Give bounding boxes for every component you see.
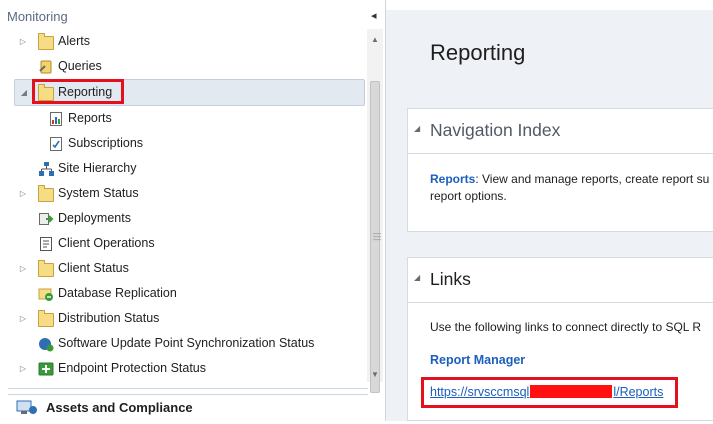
workspace-label: Assets and Compliance: [46, 400, 193, 415]
navigation-pane: Monitoring ◂ ▷ Alerts Queries ◢ Reportin…: [0, 0, 386, 421]
scrollbar-thumb[interactable]: — — —: [370, 81, 381, 393]
navigation-index-section: ◢ Navigation Index Reports: View and man…: [407, 108, 713, 232]
tree-item-subscriptions[interactable]: Subscriptions: [0, 131, 367, 156]
tree-item-label: Subscriptions: [68, 136, 144, 150]
tree-item-software-update-sync-status[interactable]: Software Update Point Synchronization St…: [0, 331, 367, 356]
reports-description: Reports: View and manage reports, create…: [430, 171, 713, 205]
tree-item-database-replication[interactable]: Database Replication: [0, 281, 367, 306]
grip-icon: — — —: [373, 229, 381, 244]
redaction-block: [530, 385, 613, 398]
pane-header: Monitoring: [7, 9, 68, 24]
tree-item-alerts[interactable]: ▷ Alerts: [0, 29, 367, 54]
deployments-icon: [38, 211, 54, 225]
tree-item-system-status[interactable]: ▷ System Status: [0, 181, 367, 206]
navigation-tree: ▷ Alerts Queries ◢ Reporting Reports Sub…: [0, 29, 367, 381]
software-update-icon: [38, 336, 54, 352]
report-icon: [48, 111, 64, 126]
folder-green-icon: [38, 361, 54, 376]
subscription-icon: [48, 136, 64, 151]
tree-item-label: System Status: [58, 186, 139, 200]
hierarchy-icon: [38, 161, 54, 176]
folder-icon: [38, 33, 54, 50]
tree-item-queries[interactable]: Queries: [0, 54, 367, 79]
links-description: Use the following links to connect direc…: [430, 320, 702, 334]
folder-icon: [38, 185, 54, 202]
tree-item-label: Client Status: [58, 261, 129, 275]
collapse-pane-button[interactable]: ◂: [371, 9, 377, 22]
expand-arrow-icon[interactable]: ▷: [18, 306, 28, 331]
folder-icon: [38, 310, 54, 327]
pane-splitter[interactable]: [8, 388, 368, 395]
tree-item-label: Client Operations: [58, 236, 155, 250]
tree-item-distribution-status[interactable]: ▷ Distribution Status: [0, 306, 367, 331]
scroll-down-icon[interactable]: ▼: [367, 368, 383, 382]
page-title: Reporting: [430, 40, 526, 65]
tree-item-label: Deployments: [58, 211, 131, 225]
expand-arrow-icon[interactable]: ▷: [18, 29, 28, 54]
content-top-strip: [386, 0, 713, 10]
tree-item-endpoint-protection-status[interactable]: ▷ Endpoint Protection Status: [0, 356, 367, 381]
tree-item-reporting[interactable]: ◢ Reporting: [14, 79, 365, 106]
report-manager-url[interactable]: https://srvsccmsql l/Reports: [430, 385, 663, 399]
tree-item-reports[interactable]: Reports: [0, 106, 367, 131]
tree-item-label: Software Update Point Synchronization St…: [58, 336, 315, 350]
client-operations-icon: [38, 236, 54, 251]
folder-icon: [38, 260, 54, 277]
expand-arrow-icon[interactable]: ▷: [18, 181, 28, 206]
vertical-scrollbar[interactable]: ▲ — — — ▼: [367, 29, 383, 393]
section-header: ◢ Navigation Index: [408, 109, 713, 154]
url-suffix: l/Reports: [613, 385, 664, 399]
queries-icon: [38, 59, 54, 74]
reports-description-text: : View and manage reports, create report…: [475, 172, 710, 186]
reports-description-text-2: report options.: [430, 189, 507, 203]
scroll-up-icon[interactable]: ▲: [367, 33, 383, 47]
tree-item-label: Alerts: [58, 34, 90, 48]
report-manager-heading: Report Manager: [430, 353, 526, 367]
assets-icon: [16, 399, 38, 417]
tree-item-client-operations[interactable]: Client Operations: [0, 231, 367, 256]
expand-arrow-icon[interactable]: ▷: [18, 256, 28, 281]
tree-item-site-hierarchy[interactable]: Site Hierarchy: [0, 156, 367, 181]
tree-item-client-status[interactable]: ▷ Client Status: [0, 256, 367, 281]
section-title: Links: [430, 269, 471, 289]
section-header: ◢ Links: [408, 258, 713, 303]
expand-arrow-icon[interactable]: ▷: [18, 356, 28, 381]
tree-item-label: Database Replication: [58, 286, 177, 300]
tree-item-label: Reporting: [58, 85, 113, 99]
tree-item-label: Reports: [68, 111, 112, 125]
collapse-section-icon[interactable]: ◢: [414, 124, 420, 133]
tree-item-label: Queries: [58, 59, 102, 73]
content-pane: Reporting ◢ Navigation Index Reports: Vi…: [386, 0, 713, 421]
url-prefix: https://srvsccmsql: [430, 385, 530, 399]
database-replication-icon: [38, 286, 54, 301]
tree-item-deployments[interactable]: Deployments: [0, 206, 367, 231]
tree-item-label: Endpoint Protection Status: [58, 361, 207, 375]
collapse-section-icon[interactable]: ◢: [414, 273, 420, 282]
tree-item-label: Distribution Status: [58, 311, 160, 325]
tree-item-label: Site Hierarchy: [58, 161, 137, 175]
section-title: Navigation Index: [430, 120, 561, 140]
folder-icon: [38, 84, 54, 101]
links-section: ◢ Links Use the following links to conne…: [407, 257, 713, 421]
reports-link[interactable]: Reports: [430, 172, 475, 186]
collapse-arrow-icon[interactable]: ◢: [19, 80, 29, 105]
